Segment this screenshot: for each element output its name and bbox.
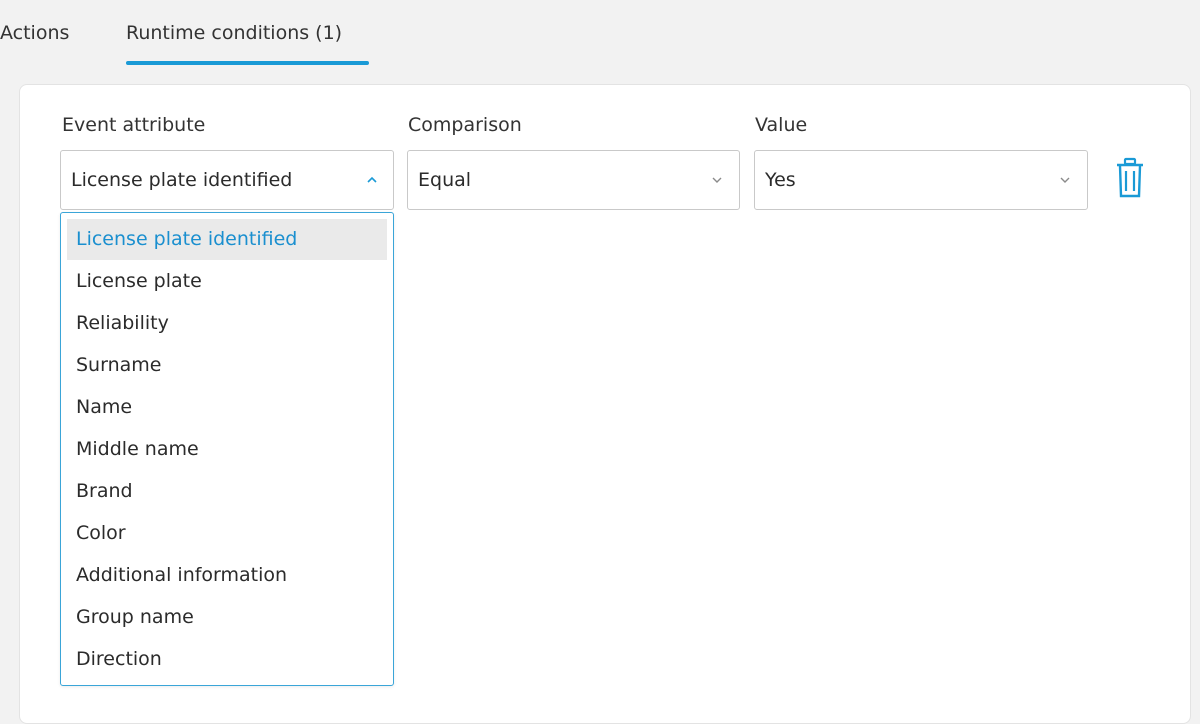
event-attribute-dropdown-list: License plate identified License plate R…: [60, 212, 394, 686]
dropdown-option-additional-information[interactable]: Additional information: [67, 555, 387, 596]
dropdown-option-color[interactable]: Color: [67, 513, 387, 554]
value-select[interactable]: Yes: [754, 150, 1088, 210]
value-label: Value: [755, 114, 808, 136]
trash-icon[interactable]: [1114, 156, 1146, 200]
comparison-label: Comparison: [408, 114, 522, 136]
dropdown-option-group-name[interactable]: Group name: [67, 597, 387, 638]
chevron-down-icon: [1060, 177, 1070, 183]
active-tab-indicator: [126, 61, 369, 65]
value-selected-value: Yes: [765, 169, 796, 191]
event-attribute-select[interactable]: License plate identified: [60, 150, 394, 210]
dropdown-option-license-plate-identified[interactable]: License plate identified: [67, 219, 387, 260]
chevron-down-icon: [712, 177, 722, 183]
tab-actions[interactable]: Actions: [0, 22, 69, 44]
event-attribute-selected-value: License plate identified: [71, 169, 293, 191]
conditions-window: Actions Runtime conditions (1) Event att…: [0, 0, 1200, 724]
event-attribute-label: Event attribute: [62, 114, 206, 136]
comparison-selected-value: Equal: [418, 169, 472, 191]
comparison-select[interactable]: Equal: [407, 150, 740, 210]
chevron-up-icon: [367, 176, 377, 183]
dropdown-option-name[interactable]: Name: [67, 387, 387, 428]
dropdown-option-license-plate[interactable]: License plate: [67, 261, 387, 302]
tab-runtime-conditions[interactable]: Runtime conditions (1): [126, 22, 342, 44]
dropdown-option-direction[interactable]: Direction: [67, 639, 387, 680]
dropdown-option-middle-name[interactable]: Middle name: [67, 429, 387, 470]
dropdown-option-reliability[interactable]: Reliability: [67, 303, 387, 344]
dropdown-option-brand[interactable]: Brand: [67, 471, 387, 512]
tab-bar: Actions Runtime conditions (1): [0, 0, 1200, 70]
dropdown-option-surname[interactable]: Surname: [67, 345, 387, 386]
